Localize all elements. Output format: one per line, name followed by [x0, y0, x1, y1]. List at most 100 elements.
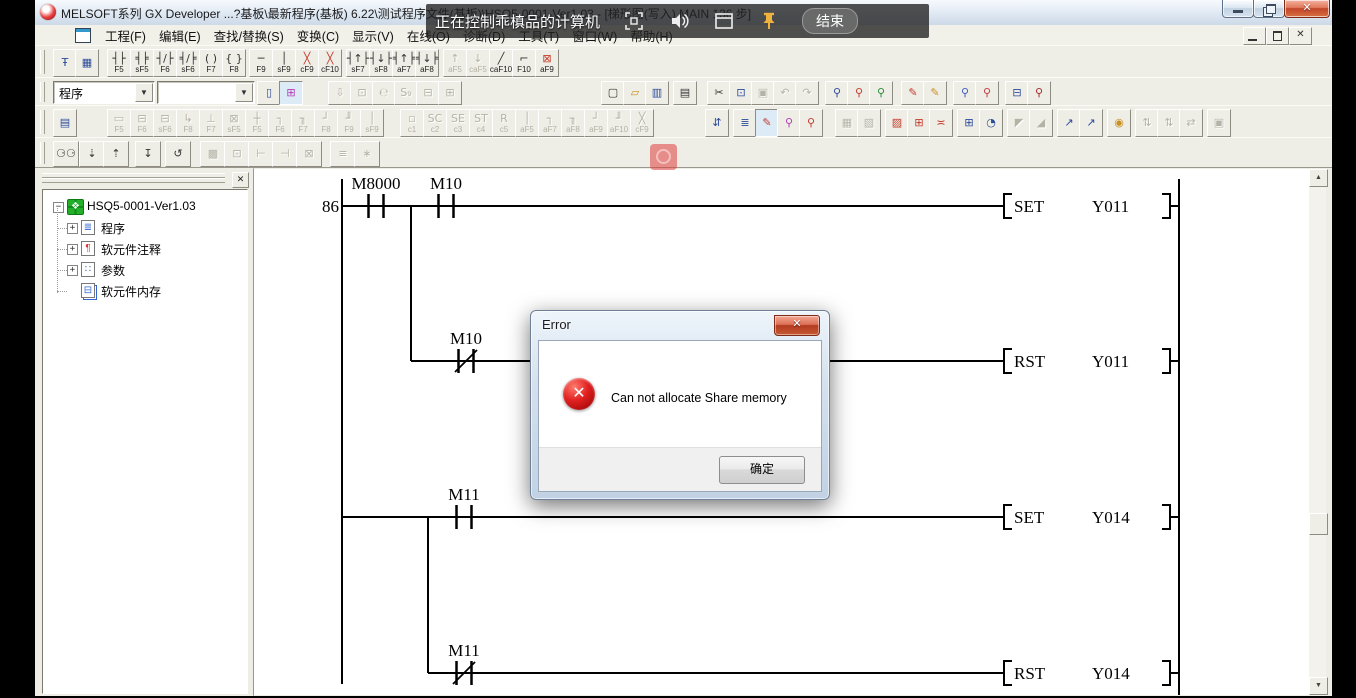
dock-grip[interactable]	[42, 178, 225, 183]
window-icon[interactable]	[713, 10, 735, 32]
line-edit-button[interactable]: ⌐F10	[512, 49, 536, 77]
menu-item-3[interactable]: 查找/替换(S)	[214, 26, 284, 45]
application-instruction-button[interactable]: { }F8	[222, 49, 246, 77]
falling-pulse-button[interactable]: ┤↓├sF8	[369, 49, 393, 77]
mdi-restore-button[interactable]	[1266, 27, 1289, 45]
minimize-button[interactable]	[1222, 0, 1254, 18]
print-button[interactable]: ▤	[673, 81, 697, 105]
jump-button[interactable]: ↧	[135, 141, 161, 167]
cut-button[interactable]: ✂	[707, 81, 731, 105]
tree-expand-box[interactable]: −	[53, 202, 64, 213]
write-mode-button[interactable]: ✎	[901, 81, 925, 105]
monitor-mode-button[interactable]: ⚲	[953, 81, 977, 105]
pin-icon[interactable]	[758, 10, 780, 32]
device-batch-button[interactable]: ≣	[733, 109, 757, 137]
menu-item-1[interactable]: 工程(F)	[105, 26, 146, 45]
comment-edit-button[interactable]: ⊟	[1005, 81, 1029, 105]
rising-pulse-button[interactable]: ┤↑├sF7	[346, 49, 370, 77]
dialog-close-button[interactable]: ✕	[774, 315, 820, 336]
invert-line-button[interactable]: ╱caF10	[489, 49, 513, 77]
menu-item-4[interactable]: 变换(C)	[297, 26, 339, 45]
insert-mode-button[interactable]: ✎	[923, 81, 947, 105]
fullscreen-icon[interactable]	[623, 10, 645, 32]
combo-dropdown-icon[interactable]: ▼	[135, 83, 153, 102]
scrollbar-thumb[interactable]	[1309, 513, 1328, 535]
find-previous-button[interactable]: ⇡	[103, 141, 129, 167]
find-next-button[interactable]: ⇣	[79, 141, 105, 167]
parallel-closed-contact-button[interactable]: ╡/╞sF6	[176, 49, 200, 77]
save-project-button[interactable]: ▥	[645, 81, 669, 105]
zoom-in-button[interactable]: ↗	[1057, 109, 1081, 137]
scroll-down-button[interactable]: ▼	[1309, 677, 1328, 695]
menu-item-5[interactable]: 显示(V)	[352, 26, 394, 45]
scroll-up-button[interactable]: ▲	[1309, 169, 1328, 187]
program-select-combo[interactable]: 程序▼	[53, 81, 155, 104]
read-mode-button[interactable]: ⚲	[777, 109, 801, 137]
toolbar-grip[interactable]	[40, 110, 45, 134]
vertical-scrollbar[interactable]: ▲ ▼	[1309, 169, 1326, 695]
find-2-button[interactable]: ⚆⚆	[53, 141, 79, 167]
edit-window-button[interactable]: ▦	[75, 49, 99, 77]
device-memory-button[interactable]: ⊞	[957, 109, 981, 137]
comment-display-button[interactable]: ▯	[257, 81, 281, 105]
tree-item-2[interactable]: +¶软元件注释	[43, 240, 243, 258]
vertical-line-button[interactable]: │sF9	[272, 49, 296, 77]
statement-edit-button[interactable]: ⚲	[1027, 81, 1051, 105]
find-device-button[interactable]: ⚲	[847, 81, 871, 105]
parallel-falling-pulse-button[interactable]: ╡↓╞aF8	[415, 49, 439, 77]
parallel-closed-contact-button-icon: ╡/╞	[180, 53, 197, 65]
toolbar-grip[interactable]	[40, 50, 45, 74]
toolbar-button: ▧	[857, 109, 881, 137]
mdi-minimize-button[interactable]	[1243, 27, 1266, 45]
tree-item-3[interactable]: +∷参数	[43, 261, 243, 279]
end-session-button[interactable]: 结束	[802, 8, 858, 34]
find-button[interactable]: ⚲	[825, 81, 849, 105]
menu-item-2[interactable]: 编辑(E)	[159, 26, 201, 45]
statement-button[interactable]: ⊞	[907, 109, 931, 137]
tree-item-1[interactable]: +≣程序	[43, 219, 243, 237]
restore-button[interactable]	[1253, 0, 1285, 18]
toolbar-grip[interactable]	[40, 82, 45, 102]
coil-button[interactable]: ( )F7	[199, 49, 223, 77]
delete-line-button[interactable]: ⊠aF9	[535, 49, 559, 77]
clock-setting-button[interactable]: ◔	[979, 109, 1003, 137]
device-comment-button[interactable]: ▨	[885, 109, 909, 137]
open-contact-button[interactable]: ┤├F5	[107, 49, 131, 77]
tree-expand-box[interactable]: +	[67, 223, 78, 234]
write-mode-2-button[interactable]: ⚲	[799, 109, 823, 137]
ladder-edit-mode-button[interactable]: ✎	[755, 109, 779, 137]
parallel-rising-pulse-button[interactable]: ╡↑╞aF7	[392, 49, 416, 77]
mdi-child-icon[interactable]	[75, 28, 91, 43]
close-button[interactable]: ✕	[1284, 0, 1330, 18]
horizontal-line-button[interactable]: ─F9	[249, 49, 273, 77]
new-project-button[interactable]: ▢	[601, 81, 625, 105]
mdi-close-button[interactable]: ✕	[1289, 27, 1312, 45]
replace-button[interactable]: ↺	[165, 141, 191, 167]
tree-item-4[interactable]: ⊟软元件内存	[43, 282, 243, 300]
delete-vline-button[interactable]: ╳cF10	[318, 49, 342, 77]
open-project-button[interactable]: ▱	[623, 81, 647, 105]
project-tree[interactable]: −❖HSQ5-0001-Ver1.03 +≣程序 +¶软元件注释 +∷参数 ⊟软元件内存	[42, 189, 248, 694]
copy-button[interactable]: ⊡	[729, 81, 753, 105]
parallel-open-contact-button[interactable]: ╡╞sF5	[130, 49, 154, 77]
monitor-button[interactable]: ◉	[1107, 109, 1131, 137]
zoom-out-button[interactable]: ↗	[1079, 109, 1103, 137]
combo-dropdown-icon[interactable]: ▼	[235, 83, 253, 102]
find-instruction-button[interactable]: ⚲	[869, 81, 893, 105]
tree-expand-box[interactable]: +	[67, 244, 78, 255]
panel-close-button[interactable]: ✕	[232, 172, 249, 188]
note-button[interactable]: ≍	[929, 109, 953, 137]
toolbar-grip[interactable]	[40, 142, 45, 164]
device-test-button[interactable]: ⇵	[705, 109, 729, 137]
macro-button[interactable]: ▤	[53, 109, 77, 137]
ok-button[interactable]: 确定	[719, 456, 805, 484]
display-mode-button[interactable]: Ŧ	[53, 49, 77, 77]
speaker-icon[interactable]	[668, 10, 690, 32]
monitor-write-mode-button[interactable]: ⚲	[975, 81, 999, 105]
block-select-combo[interactable]: ▼	[157, 81, 255, 104]
project-data-list-button[interactable]: ⊞	[279, 81, 303, 105]
tree-root-project[interactable]: −❖HSQ5-0001-Ver1.03	[43, 198, 243, 216]
tree-expand-box[interactable]: +	[67, 265, 78, 276]
closed-contact-button[interactable]: ┤/├F6	[153, 49, 177, 77]
delete-hline-button[interactable]: ╳cF9	[295, 49, 319, 77]
